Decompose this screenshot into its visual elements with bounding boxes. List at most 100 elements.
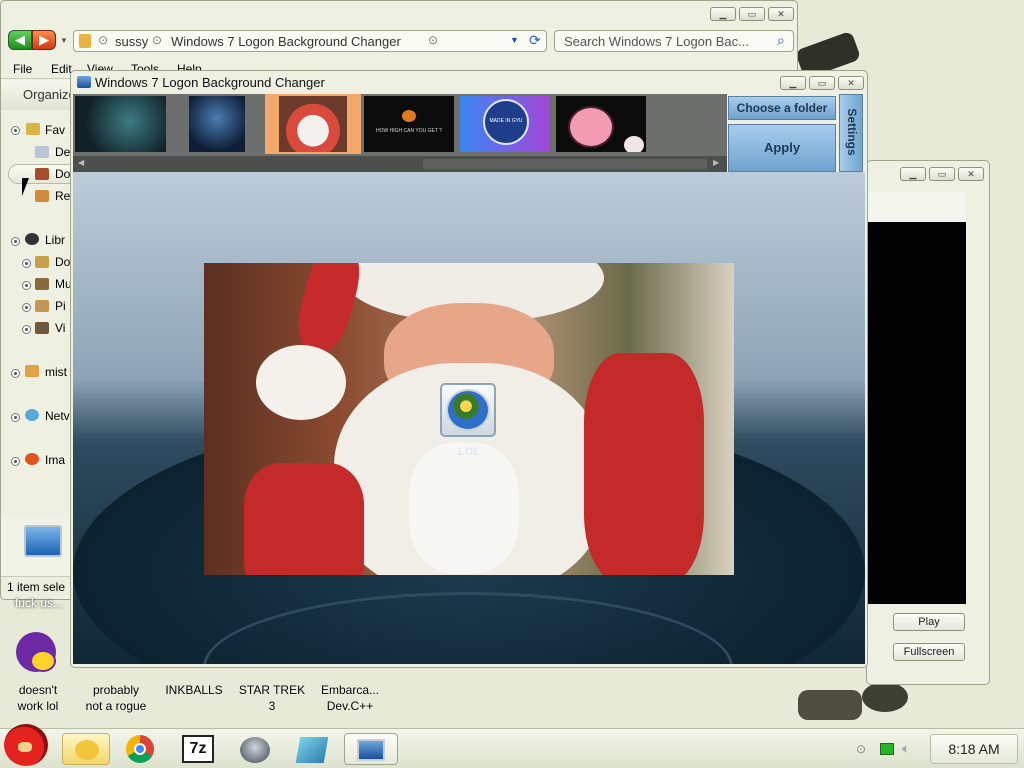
- back-button[interactable]: ◀: [8, 30, 32, 50]
- expand-icon[interactable]: [11, 457, 20, 466]
- computer-icon: [24, 525, 62, 557]
- app-maximize-button[interactable]: ▭: [809, 76, 835, 90]
- expand-icon[interactable]: [22, 325, 31, 334]
- music-icon: [35, 278, 49, 290]
- taskbar-explorer-icon[interactable]: [62, 733, 110, 765]
- desktop-label-rogue-2[interactable]: not a rogue: [76, 699, 156, 714]
- tree-item-recent[interactable]: Re: [55, 189, 70, 203]
- search-icon[interactable]: ⌕: [777, 32, 785, 49]
- taskbar-logon-changer-icon[interactable]: [344, 733, 398, 765]
- address-dropdown-icon[interactable]: ▼: [510, 35, 519, 45]
- taskbar-helmet-icon[interactable]: [230, 733, 278, 765]
- search-box[interactable]: Search Windows 7 Logon Bac... ⌕: [554, 30, 794, 52]
- thumbnail-dark-figure[interactable]: [75, 96, 166, 152]
- expand-icon[interactable]: [11, 413, 20, 422]
- tree-item-desktop[interactable]: De: [55, 145, 70, 159]
- desktop-label-embarcadero-1[interactable]: Embarca...: [310, 683, 390, 698]
- player-maximize-button[interactable]: ▭: [929, 167, 955, 181]
- app-minimize-button[interactable]: ▁: [780, 76, 806, 90]
- favorites-icon: [26, 123, 40, 135]
- folder-icon: [79, 34, 91, 48]
- choose-folder-button[interactable]: Choose a folder: [728, 96, 836, 120]
- videos-icon: [35, 322, 49, 334]
- menu-edit[interactable]: Edit: [51, 62, 72, 76]
- desktop-label-rogue-1[interactable]: probably: [76, 683, 156, 698]
- expand-icon[interactable]: [22, 281, 31, 290]
- player-close-button[interactable]: ✕: [958, 167, 984, 181]
- downloads-folder-icon: [35, 168, 49, 180]
- expand-icon[interactable]: [11, 126, 20, 135]
- choose-folder-label: Choose a folder: [736, 101, 828, 115]
- tree-item-favorites[interactable]: Fav: [45, 123, 65, 137]
- expand-icon[interactable]: [11, 237, 20, 246]
- pictures-icon: [35, 300, 49, 312]
- user-tile[interactable]: [440, 383, 496, 437]
- tree-item-imaging[interactable]: Ima: [45, 453, 65, 467]
- expand-icon[interactable]: [22, 259, 31, 268]
- player-minimize-button[interactable]: ▁: [900, 167, 926, 181]
- tree-item-homegroup[interactable]: mist: [45, 365, 67, 379]
- play-button[interactable]: Play: [893, 613, 965, 631]
- fullscreen-button[interactable]: Fullscreen: [893, 643, 965, 661]
- thumbnail-made-in-gyu-text: MADE IN GYU: [489, 118, 523, 124]
- refresh-icon[interactable]: ⟳: [529, 32, 541, 49]
- scrollbar-thumb[interactable]: [423, 159, 707, 169]
- settings-tab[interactable]: Settings: [839, 94, 863, 172]
- menu-file[interactable]: File: [13, 62, 32, 76]
- desktop-label-embarcadero-2[interactable]: Dev.C++: [310, 699, 390, 714]
- separator-icon: ⊙: [98, 33, 109, 47]
- address-bar[interactable]: ⊙ sussy ⊙ Windows 7 Logon Background Cha…: [73, 30, 547, 52]
- organize-button[interactable]: Organize: [23, 87, 76, 102]
- apply-button[interactable]: Apply: [728, 124, 836, 172]
- desktop-label-yahoo-1[interactable]: doesn't: [0, 683, 78, 698]
- search-input[interactable]: Search Windows 7 Logon Bac...: [564, 34, 749, 49]
- desktop-label-fuck-us[interactable]: fuck us...: [0, 596, 80, 611]
- desktop-label-yahoo-2[interactable]: work lol: [0, 699, 78, 714]
- thumbnail-made-in-gyu[interactable]: MADE IN GYU: [460, 96, 550, 152]
- desktop-label-inkballs[interactable]: INKBALLS: [154, 683, 234, 698]
- app-title-icon: [77, 76, 91, 88]
- tray-network-icon[interactable]: [880, 743, 894, 755]
- thumbnail-pink-pig[interactable]: [556, 96, 646, 152]
- explorer-minimize-button[interactable]: ▁: [710, 7, 736, 21]
- tree-item-downloads[interactable]: Do: [55, 167, 70, 181]
- scroll-left-icon[interactable]: ◀: [78, 158, 84, 167]
- explorer-close-button[interactable]: ✕: [768, 7, 794, 21]
- tray-expand-icon[interactable]: ⊙: [856, 742, 866, 756]
- taskbar-7zip-icon[interactable]: 7z: [174, 733, 222, 765]
- explorer-maximize-button[interactable]: ▭: [739, 7, 765, 21]
- scroll-right-icon[interactable]: ▶: [713, 158, 719, 167]
- santa-glove: [409, 443, 519, 573]
- expand-icon[interactable]: [11, 369, 20, 378]
- taskbar-clock[interactable]: 8:18 AM: [930, 734, 1018, 764]
- tree-item-pictures[interactable]: Pi: [55, 299, 66, 313]
- tree-item-network[interactable]: Netv: [45, 409, 70, 423]
- taskbar-cubes-icon[interactable]: [288, 733, 336, 765]
- desktop-folder-icon: [35, 146, 49, 158]
- tree-item-documents[interactable]: Do: [55, 255, 70, 269]
- taskbar-chrome-icon[interactable]: [118, 733, 166, 765]
- apply-label: Apply: [763, 140, 801, 155]
- imaging-icon: [25, 453, 39, 465]
- history-dropdown-icon[interactable]: ▼: [60, 36, 68, 45]
- tree-item-libraries[interactable]: Libr: [45, 233, 65, 247]
- start-button-angry-bird-icon[interactable]: [4, 724, 48, 766]
- app-close-button[interactable]: ✕: [838, 76, 864, 90]
- video-screen[interactable]: [868, 222, 966, 604]
- tree-item-videos[interactable]: Vi: [55, 321, 65, 335]
- expand-icon[interactable]: [22, 303, 31, 312]
- app-title: Windows 7 Logon Background Changer: [95, 75, 325, 90]
- documents-icon: [35, 256, 49, 268]
- forward-button[interactable]: ▶: [32, 30, 56, 50]
- thumbnail-santa[interactable]: [265, 94, 361, 154]
- desktop-label-startrek-1[interactable]: STAR TREK: [232, 683, 312, 698]
- santa-coat-left: [244, 463, 364, 575]
- yahoo-icon[interactable]: [16, 632, 56, 672]
- thumbnail-how-high[interactable]: HOW HIGH CAN YOU GET ?: [364, 96, 454, 152]
- desktop-label-startrek-2[interactable]: 3: [232, 699, 312, 714]
- tray-volume-icon[interactable]: 🔈︎: [902, 740, 910, 757]
- address-part-sussy[interactable]: sussy: [115, 34, 148, 49]
- thumbnail-scrollbar[interactable]: ◀ ▶: [73, 156, 727, 172]
- address-part-app[interactable]: Windows 7 Logon Background Changer: [171, 34, 401, 49]
- thumbnail-warrior[interactable]: [189, 96, 245, 152]
